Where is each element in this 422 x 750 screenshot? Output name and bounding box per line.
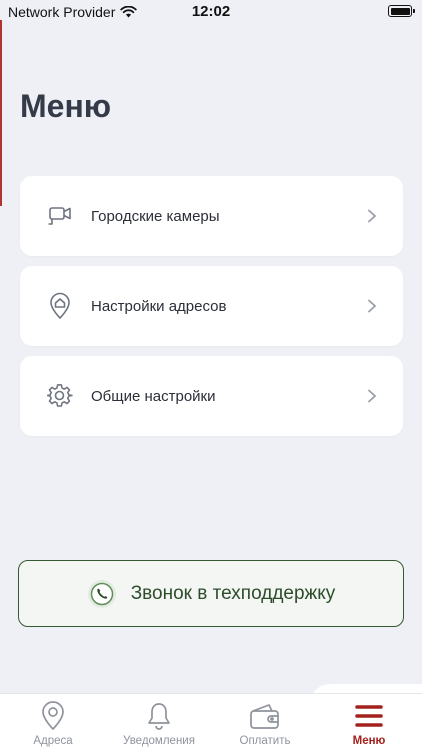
hamburger-menu-icon: [354, 700, 384, 732]
chevron-right-icon: [368, 299, 377, 313]
wallet-icon: [249, 700, 281, 732]
support-call-button[interactable]: Звонок в техподдержку: [18, 560, 404, 627]
menu-item-city-cameras[interactable]: Городские камеры: [20, 176, 403, 256]
tab-label: Уведомления: [123, 735, 195, 747]
menu-item-address-settings[interactable]: Настройки адресов: [20, 266, 403, 346]
tab-bar: Адреса Уведомления Оплатить Меню: [0, 693, 422, 750]
bell-icon: [146, 700, 172, 732]
tab-addresses[interactable]: Адреса: [0, 700, 106, 750]
phone-icon: [87, 579, 116, 608]
chevron-right-icon: [368, 389, 377, 403]
menu-item-label: Городские камеры: [91, 207, 220, 225]
tab-pay[interactable]: Оплатить: [212, 700, 318, 750]
location-pin-icon: [41, 700, 65, 732]
battery-icon: [388, 5, 415, 17]
menu-item-general-settings[interactable]: Общие настройки: [20, 356, 403, 436]
tab-label: Меню: [352, 735, 386, 747]
support-call-label: Звонок в техподдержку: [130, 582, 336, 604]
menu-item-label: Общие настройки: [91, 387, 216, 405]
camera-icon: [46, 202, 74, 230]
tab-notifications[interactable]: Уведомления: [106, 700, 212, 750]
tab-label: Адреса: [33, 735, 73, 747]
gear-icon: [46, 382, 74, 410]
tab-menu[interactable]: Меню: [316, 700, 422, 750]
chevron-right-icon: [368, 209, 377, 223]
location-pin-icon: [46, 292, 74, 320]
left-edge-accent: [0, 20, 2, 206]
status-time: 12:02: [191, 3, 231, 20]
page-title: Меню: [20, 88, 112, 124]
status-bar: Network Provider 12:02: [0, 0, 422, 24]
tab-label: Оплатить: [239, 735, 291, 747]
menu-item-label: Настройки адресов: [91, 297, 227, 315]
